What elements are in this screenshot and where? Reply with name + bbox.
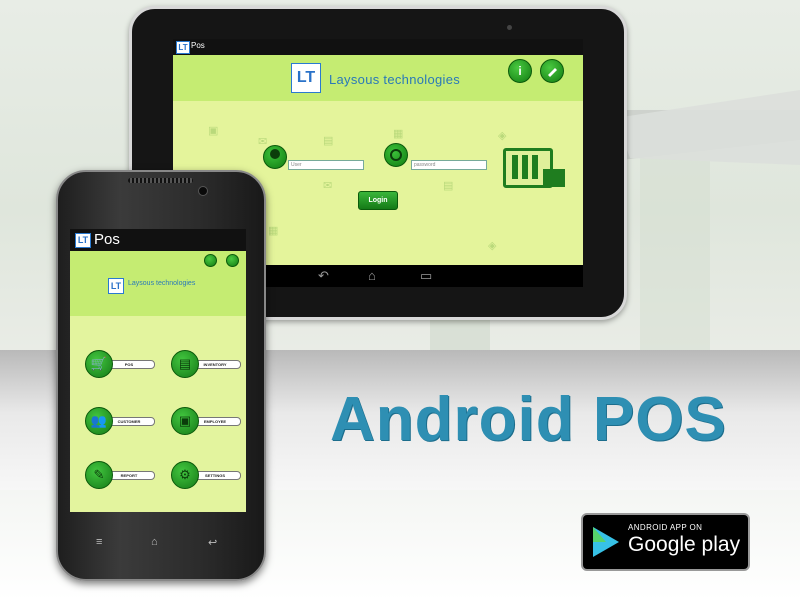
cart-icon: 🛒 [85, 350, 113, 378]
phone-header: LT Laysous technologies [70, 251, 246, 316]
edit-button[interactable] [226, 254, 239, 267]
edit-button[interactable] [540, 59, 564, 83]
back-icon[interactable]: ↩ [208, 536, 217, 549]
tablet-header: LT Laysous technologies i [173, 55, 583, 101]
info-button[interactable] [204, 254, 217, 267]
decorative-icon: ▤ [443, 180, 454, 192]
decorative-icon: ▤ [323, 135, 334, 147]
home-icon[interactable]: ⌂ [368, 268, 376, 283]
menu-item-report[interactable]: REPORT ✎ [85, 461, 161, 489]
company-logo-icon: LT [108, 278, 124, 294]
user-icon [263, 145, 287, 169]
phone-camera [198, 186, 208, 196]
home-icon[interactable]: ⌂ [151, 536, 158, 548]
recent-apps-icon[interactable]: ▭ [420, 268, 432, 284]
menu-item-customer[interactable]: CUSTOMER 👥 [85, 407, 161, 435]
app-logo-icon: LT [75, 233, 91, 248]
menu-icon[interactable]: ≡ [96, 536, 102, 548]
decorative-icon: ◈ [498, 130, 507, 142]
pencil-icon [548, 68, 557, 77]
decorative-icon: ▦ [393, 128, 404, 140]
cash-drawer-icon [543, 169, 565, 187]
play-store-icon-accent [593, 527, 606, 542]
keypad-grid [512, 155, 542, 179]
users-icon: 👥 [85, 407, 113, 435]
app-logo-icon: LT [176, 41, 190, 54]
badge-small-text: ANDROID APP ON [628, 523, 703, 532]
menu-item-inventory[interactable]: INVENTORY ▤ [171, 350, 246, 378]
info-button[interactable]: i [508, 59, 532, 83]
decorative-icon: ▦ [268, 225, 279, 237]
company-name: Laysous technologies [329, 72, 461, 87]
phone-device: LT Pos LT Laysous technologies POS 🛒 INV… [56, 170, 266, 581]
phone-screen: LT Pos LT Laysous technologies POS 🛒 INV… [70, 229, 246, 512]
decorative-icon: ✉ [258, 136, 268, 148]
google-play-badge[interactable]: ANDROID APP ON Google play [581, 513, 750, 571]
phone-speaker [128, 178, 193, 183]
decorative-icon: ✉ [323, 180, 333, 192]
badge-big-text: Google play [628, 533, 741, 556]
badge-icon: ▣ [171, 407, 199, 435]
decorative-icon: ◈ [488, 240, 497, 252]
headline: Android POS [330, 385, 727, 454]
login-button[interactable]: Login [358, 191, 398, 210]
company-logo-icon: LT [291, 63, 321, 93]
report-icon: ✎ [85, 461, 113, 489]
tablet-camera [507, 25, 512, 30]
gear-icon: ⚙ [171, 461, 199, 489]
back-icon[interactable]: ↶ [318, 268, 329, 284]
company-name: Laysous technologies [128, 280, 196, 287]
menu-item-settings[interactable]: SETTINGS ⚙ [171, 461, 246, 489]
menu-item-employee[interactable]: EMPLOYEE ▣ [171, 407, 246, 435]
phone-titlebar: LT Pos [70, 229, 246, 251]
tablet-titlebar: LT Pos [173, 39, 583, 55]
key-icon [384, 143, 408, 167]
password-input[interactable]: password [411, 160, 487, 170]
menu-item-pos[interactable]: POS 🛒 [85, 350, 161, 378]
user-input[interactable]: User [288, 160, 364, 170]
app-title: Pos [94, 231, 120, 248]
phone-navbar: ≡ ⌂ ↩ [86, 536, 236, 552]
document-icon: ▤ [171, 350, 199, 378]
app-title: Pos [191, 41, 205, 50]
decorative-icon: ▣ [208, 125, 219, 137]
